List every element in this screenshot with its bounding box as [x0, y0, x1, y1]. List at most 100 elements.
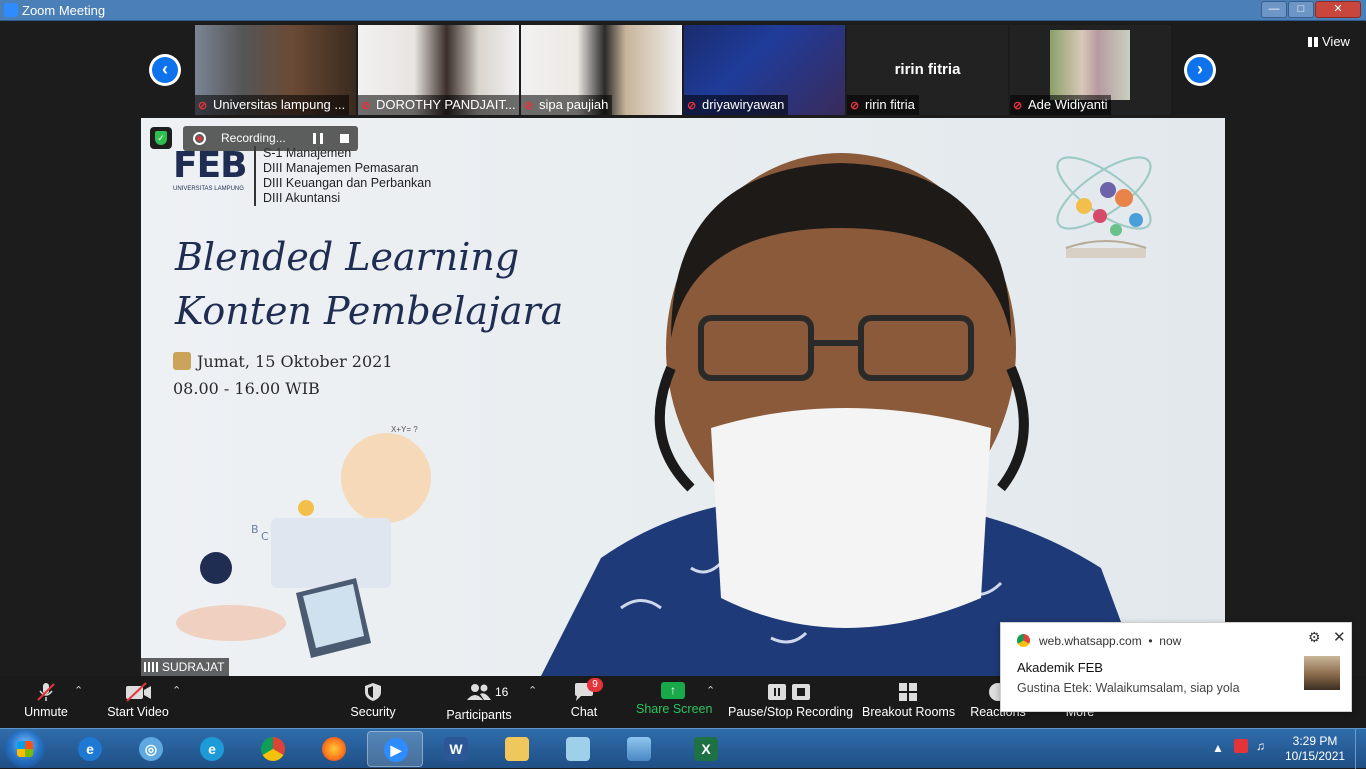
muted-mic-icon: ⊘ [361, 100, 371, 112]
participant-tile[interactable]: ⊘ Universitas lampung ... [195, 25, 356, 115]
participants-button[interactable]: 16 Participants [444, 678, 514, 726]
taskbar-network[interactable]: ◎ [123, 731, 179, 767]
view-button[interactable]: View [1308, 34, 1350, 49]
taskbar-photos[interactable] [611, 731, 667, 767]
notification-image [1304, 656, 1340, 690]
excel-icon: X [694, 737, 718, 761]
chat-button[interactable]: Chat 9 [562, 678, 606, 726]
notification-settings-gear-icon[interactable]: ⚙ [1308, 629, 1321, 646]
taskbar-file-explorer[interactable] [489, 731, 545, 767]
calendar-icon [173, 352, 191, 370]
title-bar: Zoom Meeting — □ ✕ [0, 0, 1366, 21]
grid-icon [1308, 37, 1318, 47]
whatsapp-notification[interactable]: web.whatsapp.com • now ⚙ ✕ Akademik FEB … [1000, 622, 1352, 712]
speaker-name-tag: SUDRAJAT [141, 658, 230, 676]
participant-video [1050, 30, 1130, 100]
zoom-icon: ▶ [384, 738, 408, 762]
participants-icon [467, 684, 491, 700]
svg-text:B: B [251, 523, 259, 536]
minimize-button[interactable]: — [1261, 1, 1287, 18]
breakout-rooms-button[interactable]: Breakout Rooms [862, 678, 955, 726]
svg-text:C: C [261, 530, 269, 543]
windows-logo-icon [17, 741, 33, 757]
taskbar-zoom[interactable]: ▶ [367, 731, 423, 767]
security-button[interactable]: Security [345, 678, 401, 726]
participant-name-tag: ⊘ Universitas lampung ... [195, 95, 350, 115]
chrome-icon [1017, 634, 1030, 647]
previous-page-button[interactable]: ‹ [149, 54, 181, 86]
participant-name-tag: ⊘ DOROTHY PANDJAIT... [358, 95, 519, 115]
notification-title: Akademik FEB [1017, 660, 1103, 675]
taskbar-notepad[interactable] [550, 731, 606, 767]
taskbar-clock[interactable]: 3:29 PM 10/15/2021 [1285, 734, 1345, 764]
muted-mic-icon: ⊘ [524, 100, 534, 112]
start-video-button[interactable]: Start Video [104, 678, 172, 726]
notification-source: web.whatsapp.com • now [1017, 634, 1181, 648]
photos-icon [627, 737, 651, 761]
share-options-caret[interactable]: ⌃ [706, 684, 715, 697]
muted-mic-icon: ⊘ [1013, 100, 1023, 112]
participant-name-placeholder: ririn fitria [894, 61, 961, 78]
muted-mic-icon: ⊘ [198, 100, 208, 112]
stop-recording-button[interactable] [340, 134, 349, 143]
show-hidden-icons-icon[interactable]: ▲ [1212, 741, 1224, 755]
muted-mic-icon: ⊘ [850, 100, 860, 112]
taskbar-word[interactable]: W [428, 731, 484, 767]
close-window-button[interactable]: ✕ [1315, 1, 1361, 18]
muted-mic-icon [37, 683, 55, 701]
start-button[interactable] [5, 730, 45, 768]
chrome-icon [261, 737, 285, 761]
internet-explorer-icon: e [78, 737, 102, 761]
notification-message: Gustina Etek: Walaikumsalam, siap yola [1017, 681, 1240, 695]
participant-tile[interactable]: ririn fitria ⊘ ririn fitria [847, 25, 1008, 115]
participant-name-tag: ⊘ sipa paujiah [521, 95, 613, 115]
active-speaker-video[interactable]: FEB UNIVERSITAS LAMPUNG S-1 Manajemen DI… [141, 118, 1225, 676]
participants-options-caret[interactable]: ⌃ [528, 684, 537, 697]
pause-stop-icon [768, 684, 810, 700]
volume-icon[interactable]: ♫ [1256, 739, 1265, 753]
pause-stop-recording-button[interactable]: Pause/Stop Recording [728, 678, 853, 726]
globe-icon: ◎ [139, 737, 163, 761]
firefox-icon [322, 737, 346, 761]
participant-name-tag: ⊘ ririn fitria [847, 95, 919, 115]
windows-taskbar: e ◎ e ▶ W X ▲ ♫ 3:29 PM 10/15/2021 [0, 728, 1366, 769]
zoom-app-icon [4, 3, 18, 17]
unmute-button[interactable]: Unmute [18, 678, 74, 726]
chevron-right-icon: › [1187, 57, 1213, 83]
taskbar-edge[interactable]: e [184, 731, 240, 767]
record-icon [193, 132, 206, 145]
feb-logo: FEB UNIVERSITAS LAMPUNG [173, 145, 248, 192]
slide-title: Blended Learning Konten Pembelajara [175, 235, 564, 333]
breakout-rooms-icon [899, 683, 917, 701]
audio-options-caret[interactable]: ⌃ [74, 684, 83, 697]
show-desktop-button[interactable] [1355, 729, 1366, 769]
video-options-caret[interactable]: ⌃ [172, 684, 181, 697]
encryption-shield-icon[interactable]: ✓ [150, 127, 172, 149]
maximize-button[interactable]: □ [1288, 1, 1314, 18]
notification-close-icon[interactable]: ✕ [1333, 628, 1346, 646]
muted-mic-icon: ⊘ [687, 100, 697, 112]
taskbar-excel[interactable]: X [678, 731, 734, 767]
network-warning-icon[interactable] [1234, 739, 1248, 753]
participant-tile[interactable]: ⊘ driyawiryawan [684, 25, 845, 115]
participant-tile[interactable]: ⊘ sipa paujiah [521, 25, 682, 115]
participants-count: 16 [495, 685, 509, 699]
participant-tile[interactable]: ⊘ DOROTHY PANDJAIT... [358, 25, 519, 115]
share-screen-button[interactable]: ↑ Share Screen [636, 678, 712, 726]
taskbar-chrome[interactable] [245, 731, 301, 767]
notepad-icon [566, 737, 590, 761]
slide-schedule: Jumat, 15 Oktober 2021 08.00 - 16.00 WIB [173, 352, 393, 398]
participant-strip: ‹ ⊘ Universitas lampung ... ⊘ DOROTHY PAND… [0, 21, 1366, 117]
participant-tile[interactable]: ⊘ Ade Widiyanti [1010, 25, 1171, 115]
shield-icon [365, 683, 381, 701]
chevron-left-icon: ‹ [152, 57, 178, 83]
taskbar-firefox[interactable] [306, 731, 362, 767]
pause-recording-button[interactable] [313, 133, 323, 144]
signal-icon [144, 662, 158, 672]
share-arrow-icon: ↑ [661, 682, 685, 699]
taskbar-internet-explorer[interactable]: e [62, 731, 118, 767]
program-list: S-1 Manajemen DIII Manajemen Pemasaran D… [254, 146, 431, 206]
next-page-button[interactable]: › [1184, 54, 1216, 86]
video-off-icon [126, 682, 151, 702]
edge-icon: e [200, 737, 224, 761]
